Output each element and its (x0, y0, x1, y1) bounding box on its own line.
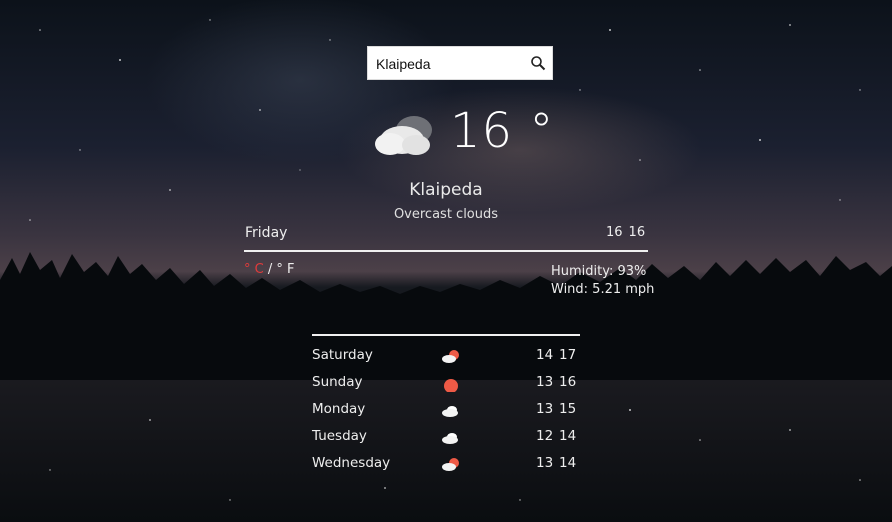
forecast-min: 13 (536, 455, 554, 471)
forecast-max: 16 (559, 374, 577, 390)
fahrenheit-toggle[interactable]: ° F (276, 262, 294, 277)
celsius-toggle[interactable]: ° C (244, 262, 264, 277)
search-icon[interactable] (530, 55, 546, 71)
forecast-row: Wednesday 13 14 (312, 453, 580, 480)
forecast-day: Sunday (312, 374, 363, 390)
sun-icon (444, 379, 458, 392)
cloud-icon (375, 116, 432, 155)
city-search-box (367, 46, 553, 81)
wind-value: Wind: 5.21 mph (551, 282, 655, 297)
cloud-icon (442, 406, 458, 417)
city-name: Klaipeda (409, 180, 483, 200)
forecast-divider (312, 334, 580, 336)
cloud-icon (442, 433, 458, 444)
today-max: 16 (628, 225, 646, 240)
divider (244, 250, 648, 252)
unit-separator: / (267, 262, 273, 277)
forecast-row: Saturday 14 17 (312, 345, 580, 372)
cloud-sun-icon (442, 458, 459, 471)
cloud-sun-icon (442, 350, 459, 363)
forecast-min: 13 (536, 374, 554, 390)
city-search-input[interactable] (374, 47, 528, 81)
today-min-max: 16 16 (606, 225, 645, 240)
forecast-row: Tuesday 12 14 (312, 426, 580, 453)
forecast-day: Monday (312, 401, 366, 417)
current-temperature: 16 ° (450, 103, 555, 159)
weather-details: Humidity: 93% Wind: 5.21 mph (551, 263, 654, 299)
today-min: 16 (606, 225, 623, 240)
forecast-list: Saturday 14 17 Sunday 13 16 Monday 13 15… (312, 345, 580, 480)
forecast-min: 12 (536, 428, 554, 444)
forecast-min: 13 (536, 401, 554, 417)
forecast-day: Saturday (312, 347, 373, 363)
forecast-max: 14 (559, 455, 577, 471)
forecast-row: Monday 13 15 (312, 399, 580, 426)
forecast-row: Sunday 13 16 (312, 372, 580, 399)
forecast-min: 14 (536, 347, 554, 363)
forecast-max: 14 (559, 428, 577, 444)
forecast-max: 15 (559, 401, 577, 417)
forecast-day: Tuesday (312, 428, 367, 444)
unit-toggle: ° C / ° F (244, 262, 295, 277)
weather-description: Overcast clouds (393, 207, 499, 222)
forecast-max: 17 (559, 347, 577, 363)
humidity-value: Humidity: 93% (551, 264, 647, 279)
forecast-day: Wednesday (312, 455, 391, 471)
today-day: Friday (245, 225, 288, 241)
